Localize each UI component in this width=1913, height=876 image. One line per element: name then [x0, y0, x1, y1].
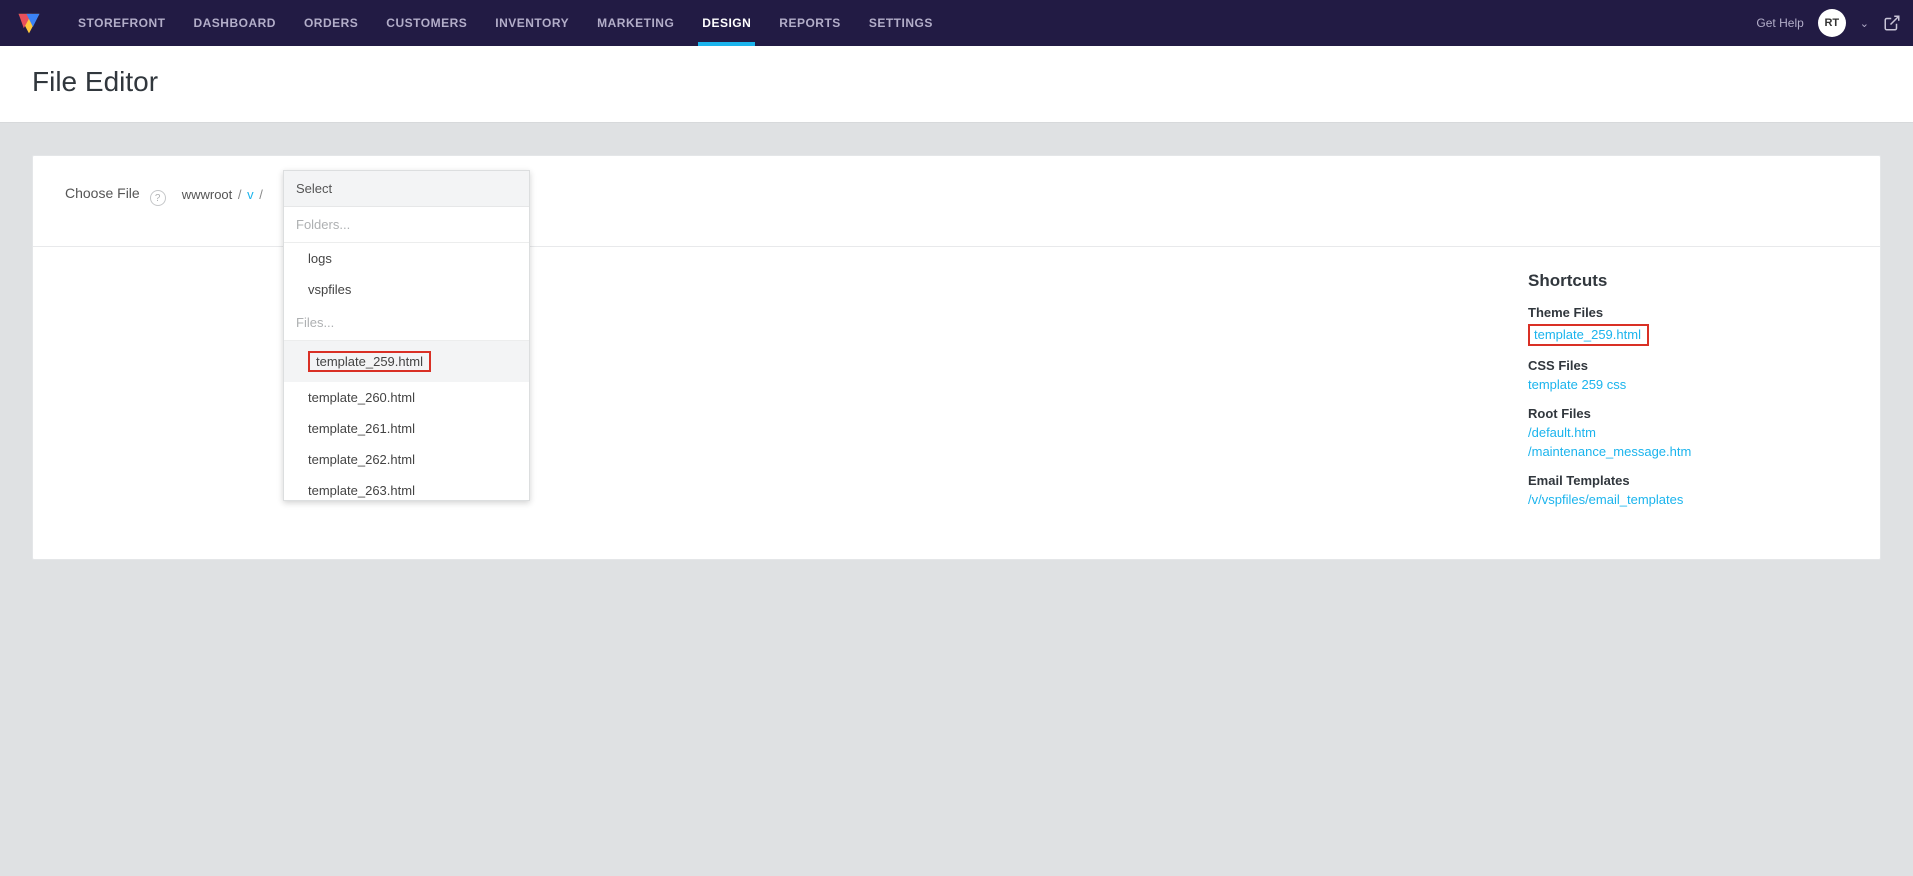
shortcut-css-link[interactable]: template 259 css	[1528, 377, 1626, 392]
nav-item-customers[interactable]: CUSTOMERS	[372, 0, 481, 46]
shortcuts-root-label: Root Files	[1528, 406, 1848, 421]
nav-right: Get Help RT ⌄	[1756, 9, 1901, 37]
nav-item-design[interactable]: DESIGN	[688, 0, 765, 46]
brand-logo-icon	[16, 10, 42, 36]
dropdown-folders-label: Folders...	[284, 207, 529, 243]
chevron-down-icon[interactable]: ⌄	[1860, 17, 1869, 30]
dropdown-header[interactable]: Select	[284, 171, 529, 207]
breadcrumb-sep: /	[257, 187, 265, 202]
breadcrumb-link[interactable]: v	[247, 187, 254, 202]
shortcuts-css-label: CSS Files	[1528, 358, 1848, 373]
shortcut-email-link[interactable]: /v/vspfiles/email_templates	[1528, 492, 1683, 507]
dropdown-file-item[interactable]: template_260.html	[284, 382, 529, 413]
dropdown-file-item[interactable]: template_259.html	[284, 341, 529, 382]
dropdown-folder-item[interactable]: vspfiles	[284, 274, 529, 305]
dropdown-file-item[interactable]: template_262.html	[284, 444, 529, 475]
nav-item-reports[interactable]: REPORTS	[765, 0, 855, 46]
top-navigation: STOREFRONTDASHBOARDORDERSCUSTOMERSINVENT…	[0, 0, 1913, 46]
nav-item-dashboard[interactable]: DASHBOARD	[179, 0, 290, 46]
nav-items: STOREFRONTDASHBOARDORDERSCUSTOMERSINVENT…	[64, 0, 947, 46]
shortcuts-panel: Shortcuts Theme Files template_259.html …	[1528, 247, 1848, 527]
choose-file-label: Choose File	[65, 180, 140, 201]
help-icon[interactable]: ?	[150, 190, 166, 206]
nav-item-marketing[interactable]: MARKETING	[583, 0, 688, 46]
page-title: File Editor	[32, 66, 1881, 98]
shortcuts-email-label: Email Templates	[1528, 473, 1848, 488]
breadcrumb: wwwroot / v /	[182, 180, 265, 202]
file-select-dropdown[interactable]: Select Folders... logsvspfiles Files... …	[283, 170, 530, 501]
nav-item-settings[interactable]: SETTINGS	[855, 0, 947, 46]
dropdown-files-label: Files...	[284, 305, 529, 341]
shortcuts-theme-label: Theme Files	[1528, 305, 1848, 320]
page-title-bar: File Editor	[0, 46, 1913, 123]
nav-item-storefront[interactable]: STOREFRONT	[64, 0, 179, 46]
dropdown-file-item[interactable]: template_261.html	[284, 413, 529, 444]
shortcut-root-link[interactable]: /maintenance_message.htm	[1528, 444, 1691, 459]
dropdown-file-item[interactable]: template_263.html	[284, 475, 529, 500]
shortcut-root-link[interactable]: /default.htm	[1528, 425, 1596, 440]
dropdown-body[interactable]: Folders... logsvspfiles Files... templat…	[284, 207, 529, 500]
avatar[interactable]: RT	[1818, 9, 1846, 37]
shortcuts-title: Shortcuts	[1528, 271, 1848, 291]
dropdown-folder-item[interactable]: logs	[284, 243, 529, 274]
breadcrumb-root: wwwroot	[182, 187, 233, 202]
nav-item-orders[interactable]: ORDERS	[290, 0, 372, 46]
page-body: Choose File ? wwwroot / v / Select Folde…	[0, 123, 1913, 592]
shortcut-theme-link[interactable]: template_259.html	[1528, 324, 1649, 346]
get-help-link[interactable]: Get Help	[1756, 16, 1803, 30]
editor-card: Choose File ? wwwroot / v / Select Folde…	[32, 155, 1881, 560]
nav-item-inventory[interactable]: INVENTORY	[481, 0, 583, 46]
open-external-icon[interactable]	[1883, 14, 1901, 32]
breadcrumb-sep: /	[236, 187, 244, 202]
choose-file-row: Choose File ? wwwroot / v / Select Folde…	[33, 156, 1880, 247]
